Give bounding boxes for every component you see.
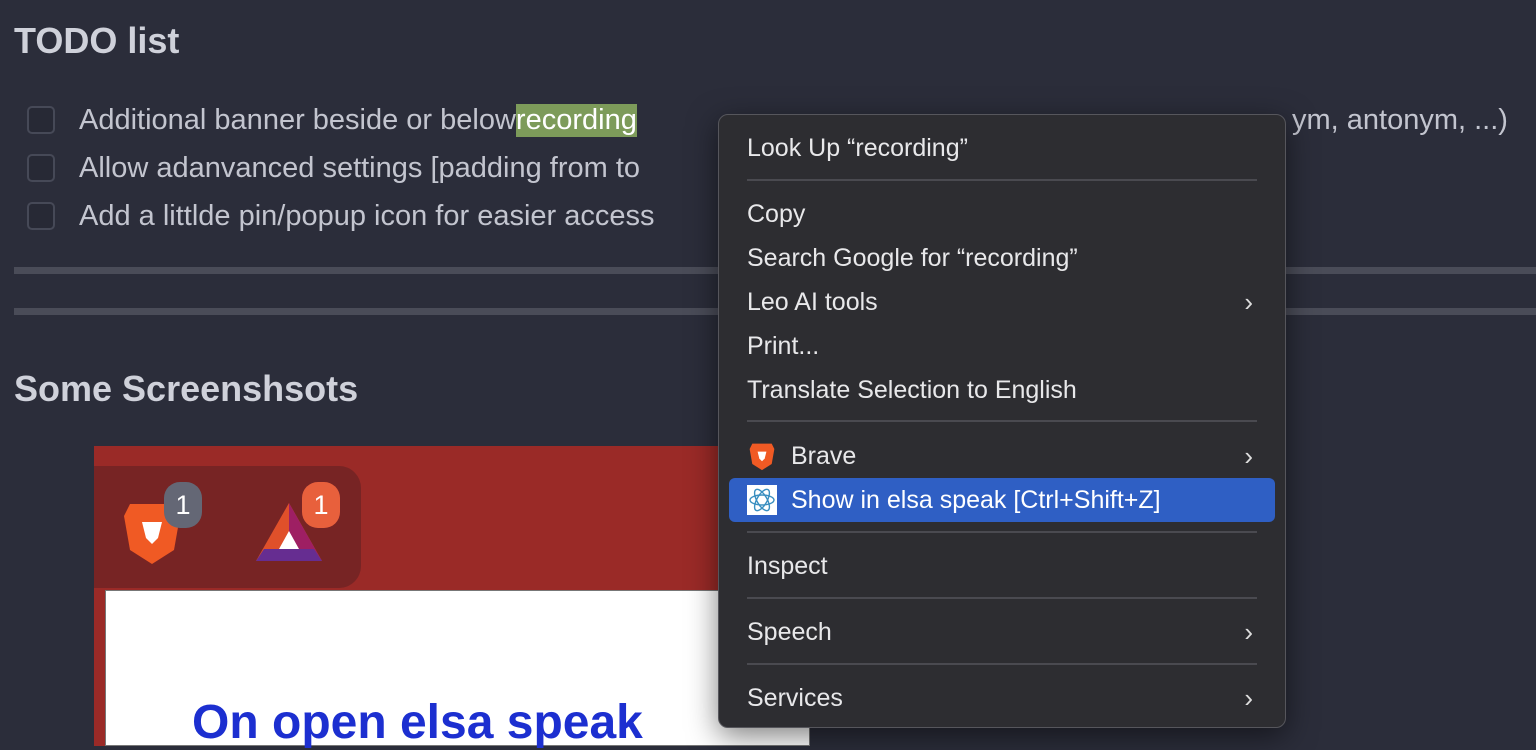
context-menu: Look Up “recording” Copy Search Google f…	[718, 114, 1286, 728]
menu-search-google[interactable]: Search Google for “recording”	[729, 236, 1275, 280]
menu-label: Translate Selection to English	[747, 375, 1077, 404]
elsa-atom-icon	[747, 485, 777, 515]
todo-checkbox[interactable]	[27, 202, 55, 230]
menu-label: Inspect	[747, 551, 828, 580]
todo-item: Add a littlde pin/popup icon for easier …	[27, 196, 655, 236]
todo-text-tail: ym, antonym, ...)	[1292, 103, 1508, 136]
menu-label: Copy	[747, 199, 806, 228]
menu-label: Brave	[791, 441, 857, 470]
menu-label: Services	[747, 683, 843, 712]
brave-icon	[747, 441, 777, 471]
todo-text: Allow adanvanced settings [padding from …	[79, 151, 641, 184]
chevron-right-icon: ›	[1244, 286, 1253, 317]
menu-label: Look Up “recording”	[747, 133, 968, 162]
menu-look-up[interactable]: Look Up “recording”	[729, 126, 1275, 170]
bat-badge: 1	[302, 482, 340, 528]
menu-separator	[747, 531, 1257, 533]
todo-item: Additional banner beside or below record…	[27, 100, 637, 140]
menu-label: Print...	[747, 331, 820, 360]
menu-leo-ai-tools[interactable]: Leo AI tools ›	[729, 280, 1275, 324]
screenshots-heading: Some Screenshsots	[14, 368, 359, 409]
menu-copy[interactable]: Copy	[729, 192, 1275, 236]
brave-badge: 1	[164, 482, 202, 528]
screenshot-image: 1 1 On open elsa speak	[94, 446, 810, 749]
todo-text: Add a littlde pin/popup icon for easier …	[79, 199, 655, 232]
chevron-right-icon: ›	[1244, 616, 1253, 647]
menu-print[interactable]: Print...	[729, 324, 1275, 368]
todo-item: Allow adanvanced settings [padding from …	[27, 148, 640, 188]
menu-label: Leo AI tools	[747, 287, 878, 316]
menu-translate[interactable]: Translate Selection to English	[729, 368, 1275, 412]
chevron-right-icon: ›	[1244, 440, 1253, 471]
todo-text: Additional banner beside or below	[79, 103, 516, 136]
chevron-right-icon: ›	[1244, 682, 1253, 713]
menu-label: Search Google for “recording”	[747, 243, 1078, 272]
todo-checkbox[interactable]	[27, 106, 55, 134]
menu-label: Show in elsa speak [Ctrl+Shift+Z]	[791, 485, 1161, 514]
menu-show-in-elsa-speak[interactable]: Show in elsa speak [Ctrl+Shift+Z]	[729, 478, 1275, 522]
menu-separator	[747, 597, 1257, 599]
todo-checkbox[interactable]	[27, 154, 55, 182]
menu-brave[interactable]: Brave ›	[729, 434, 1275, 478]
todo-heading: TODO list	[14, 20, 180, 61]
menu-services[interactable]: Services ›	[729, 676, 1275, 720]
popup-heading: On open elsa speak	[192, 696, 643, 749]
popup-panel: On open elsa speak	[105, 590, 810, 749]
selected-word[interactable]: recording	[515, 103, 637, 137]
menu-inspect[interactable]: Inspect	[729, 544, 1275, 588]
menu-separator	[747, 420, 1257, 422]
menu-separator	[747, 663, 1257, 665]
menu-label: Speech	[747, 617, 832, 646]
menu-speech[interactable]: Speech ›	[729, 610, 1275, 654]
menu-separator	[747, 179, 1257, 181]
